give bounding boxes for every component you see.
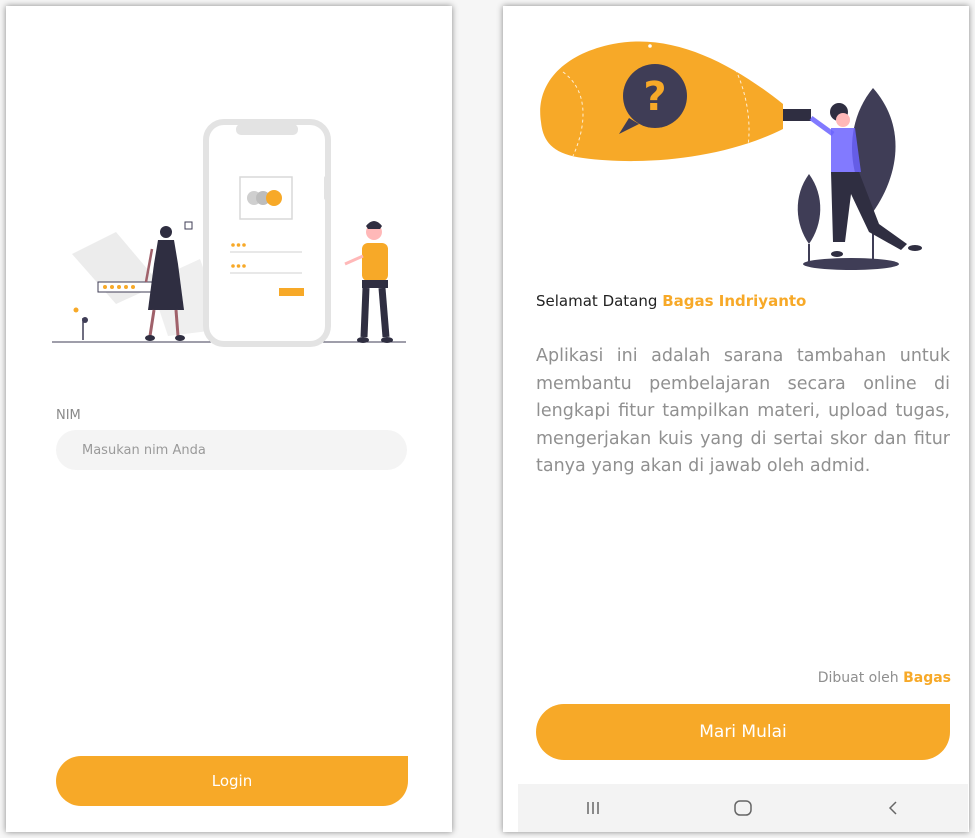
login-screen: NIM Login <box>6 6 452 832</box>
svg-text:?: ? <box>643 74 666 120</box>
app-description: Aplikasi ini adalah sarana tambahan untu… <box>536 346 950 476</box>
greeting-prefix: Selamat Datang <box>536 292 658 310</box>
recent-apps-button[interactable] <box>563 788 623 828</box>
credit-name: Bagas <box>903 670 951 686</box>
credit-prefix: Dibuat oleh <box>817 670 899 686</box>
start-button[interactable]: Mari Mulai <box>536 704 950 760</box>
login-illustration <box>52 119 406 347</box>
greeting-text: Selamat Datang Bagas Indriyanto <box>536 292 806 310</box>
user-name: Bagas Indriyanto <box>662 292 807 310</box>
welcome-illustration: ? <box>540 41 922 270</box>
back-icon <box>888 801 897 815</box>
home-button[interactable] <box>713 788 773 828</box>
nim-input[interactable] <box>56 430 407 470</box>
home-icon <box>734 800 752 816</box>
login-button[interactable]: Login <box>56 756 408 806</box>
credit-text: Dibuat oleh Bagas <box>818 670 951 686</box>
welcome-screen: ? Selamat Datang Bagas Indriyanto Aplika… <box>503 6 969 832</box>
recent-apps-icon <box>587 802 599 814</box>
android-nav-bar <box>518 784 968 832</box>
back-button[interactable] <box>863 788 923 828</box>
nim-label: NIM <box>56 408 81 423</box>
